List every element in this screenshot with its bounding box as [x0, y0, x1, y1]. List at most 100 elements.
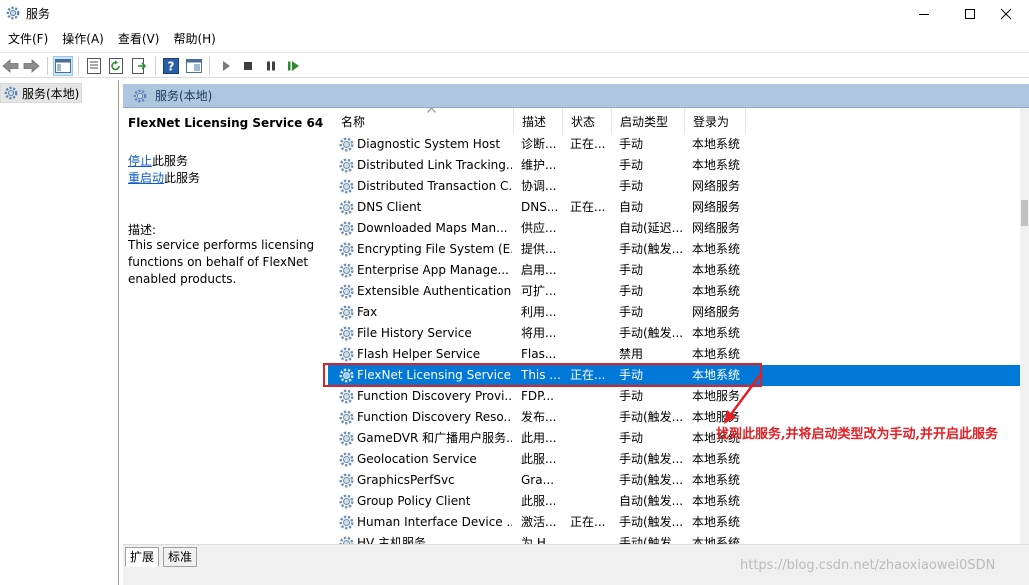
export-list-button[interactable]	[130, 56, 150, 76]
service-row[interactable]: File History Service 将用... 手动(触发... 本地系统	[328, 323, 1020, 344]
service-row[interactable]: Fax 利用... 手动 网络服务	[328, 302, 1020, 323]
show-console-tree-button[interactable]	[53, 56, 73, 76]
service-detail-pane: FlexNet Licensing Service 64 停止此服务 重启动此服…	[123, 108, 328, 544]
properties-icon	[87, 58, 101, 74]
service-startup-type: 自动	[619, 200, 644, 214]
service-log-on-as: 网络服务	[692, 305, 741, 319]
service-row[interactable]: Group Policy Client 此服... 自动(触发... 本地系统	[328, 491, 1020, 512]
column-header-startup-type[interactable]: 启动类型	[612, 108, 685, 134]
title-bar: 服务	[0, 0, 1029, 28]
forward-button[interactable]	[21, 56, 41, 76]
refresh-button[interactable]	[107, 56, 127, 76]
service-row[interactable]: Encrypting File System (E... 提供... 手动(触发..…	[328, 239, 1020, 260]
column-header-label: 名称	[341, 114, 366, 129]
help-button[interactable]: ?	[161, 56, 181, 76]
start-service-button[interactable]	[216, 56, 236, 76]
properties-button[interactable]	[84, 56, 104, 76]
service-log-on-as: 网络服务	[692, 221, 741, 235]
service-gear-icon	[339, 347, 354, 362]
service-name: Fax	[357, 305, 378, 319]
service-row[interactable]: Flash Helper Service Flas... 禁用 本地系统	[328, 344, 1020, 365]
services-gear-icon	[6, 6, 20, 20]
service-row[interactable]: Distributed Transaction C... 协调... 手动 网络服务	[328, 176, 1020, 197]
console-tree: 服务(本地)	[0, 80, 119, 585]
service-startup-type: 手动	[619, 263, 644, 277]
service-name: Extensible Authentication...	[357, 284, 512, 298]
service-startup-type: 手动(触发...	[619, 536, 683, 544]
service-gear-icon	[339, 263, 354, 278]
service-row[interactable]: Downloaded Maps Man... 供应... 自动(延迟... 网络服务	[328, 218, 1020, 239]
service-row[interactable]: Function Discovery Provi... FDP... 手动 本地服务	[328, 386, 1020, 407]
service-row[interactable]: Human Interface Device ... 激活... 正在... 手动(触…	[328, 512, 1020, 533]
service-row[interactable]: DNS Client DNS... 正在... 自动 网络服务	[328, 197, 1020, 218]
vertical-scrollbar[interactable]	[1020, 108, 1029, 544]
service-log-on-as: 本地系统	[692, 242, 741, 256]
resume-service-button[interactable]	[284, 56, 304, 76]
service-status: 正在...	[570, 515, 606, 529]
service-row[interactable]: GraphicsPerfSvc Gra... 手动(触发... 本地系统	[328, 470, 1020, 491]
column-header-name[interactable]: 名称	[333, 108, 514, 134]
forward-arrow-icon	[23, 59, 40, 73]
service-description: 激活...	[521, 515, 557, 529]
column-header-description[interactable]: 描述	[514, 108, 563, 134]
description-line: This service performs licensing	[128, 238, 315, 252]
service-row[interactable]: Geolocation Service 此服... 手动(触发... 本地系统	[328, 449, 1020, 470]
service-startup-type: 手动(触发...	[619, 473, 683, 487]
pause-service-button[interactable]	[261, 56, 281, 76]
service-status	[570, 218, 610, 239]
tab-extended[interactable]: 扩展	[125, 547, 160, 567]
service-name: File History Service	[357, 326, 472, 340]
service-gear-icon	[339, 452, 354, 467]
service-startup-type: 手动(触发...	[619, 515, 683, 529]
service-startup-type: 手动	[619, 179, 644, 193]
tree-item-services-local[interactable]: 服务(本地)	[0, 83, 82, 103]
column-header-log-on-as[interactable]: 登录为	[685, 108, 746, 134]
column-header-label: 登录为	[693, 114, 730, 129]
menu-view[interactable]: 查看(V)	[112, 28, 168, 50]
service-log-on-as: 本地系统	[692, 494, 741, 508]
service-description: 协调...	[521, 179, 557, 193]
service-row[interactable]: HV 主机服务 为 H... 手动(触发... 本地系统	[328, 533, 1020, 544]
view-icon	[186, 59, 202, 73]
service-description: Flas...	[521, 347, 557, 361]
stop-service-button[interactable]	[238, 56, 258, 76]
service-status	[570, 407, 610, 428]
tab-standard[interactable]: 标准	[163, 547, 198, 567]
close-button[interactable]	[983, 0, 1029, 28]
service-startup-type: 手动(触发...	[619, 242, 683, 256]
service-gear-icon	[339, 221, 354, 236]
minimize-button[interactable]	[901, 0, 947, 28]
service-startup-type: 手动	[619, 284, 644, 298]
restart-service-link[interactable]: 重启动	[128, 171, 164, 185]
service-gear-icon	[339, 515, 354, 530]
service-startup-type: 手动	[619, 137, 644, 151]
annotation-note: 找到此服务,并将启动类型改为手动,并开启此服务	[716, 427, 999, 442]
service-row[interactable]: Enterprise App Manage... 启用... 手动 本地系统	[328, 260, 1020, 281]
back-button[interactable]	[1, 56, 21, 76]
service-row[interactable]: Function Discovery Reso... 发布... 手动(触发... 本…	[328, 407, 1020, 428]
service-status	[570, 449, 610, 470]
service-row[interactable]: Extensible Authentication... 可扩... 手动 本地系统	[328, 281, 1020, 302]
menu-help[interactable]: 帮助(H)	[167, 28, 223, 50]
service-startup-type: 手动	[619, 158, 644, 172]
stop-service-link[interactable]: 停止	[128, 154, 152, 168]
vertical-scrollbar-thumb[interactable]	[1021, 200, 1028, 226]
description-line: functions on behalf of FlexNet	[128, 255, 309, 269]
service-gear-icon	[339, 410, 354, 425]
service-row[interactable]: Distributed Link Tracking... 维护... 手动 本地系统	[328, 155, 1020, 176]
service-gear-icon	[339, 158, 354, 173]
services-gear-icon	[133, 89, 147, 102]
service-name: Distributed Transaction C...	[357, 179, 512, 193]
menu-action[interactable]: 操作(A)	[56, 28, 112, 50]
service-name: Group Policy Client	[357, 494, 471, 508]
column-header-label: 描述	[522, 114, 547, 129]
service-row[interactable]: Diagnostic System Host 诊断... 正在... 手动 本地系统	[328, 134, 1020, 155]
menu-file[interactable]: 文件(F)	[2, 28, 56, 50]
menu-bar: 文件(F) 操作(A) 查看(V) 帮助(H)	[0, 28, 1029, 50]
service-description: 此服...	[521, 452, 557, 466]
service-log-on-as: 本地服务	[692, 389, 741, 403]
panel-header-label: 服务(本地)	[155, 89, 213, 103]
column-header-status[interactable]: 状态	[563, 108, 612, 134]
view-button[interactable]	[184, 56, 204, 76]
service-name: Encrypting File System (E...	[357, 242, 512, 256]
